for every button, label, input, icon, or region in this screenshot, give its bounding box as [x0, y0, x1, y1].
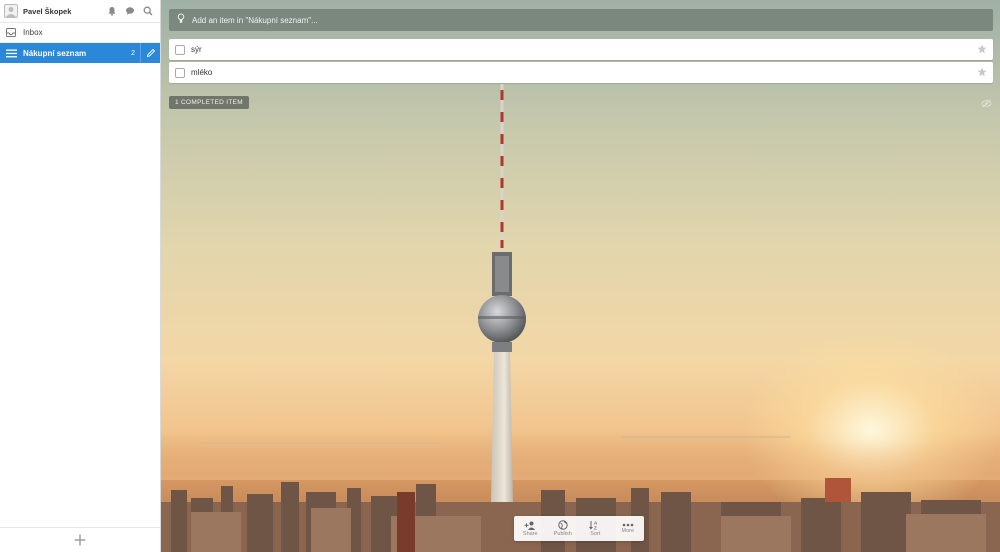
edit-list-button[interactable]	[140, 43, 160, 63]
task-checkbox[interactable]	[175, 67, 185, 78]
add-item-input[interactable]: Add an item in "Nákupní seznam"...	[169, 9, 993, 31]
sort-button[interactable]: AZ Sort	[579, 516, 612, 541]
list-toolbar: Share Publish AZ Sort More	[514, 516, 644, 541]
sidebar: Pavel Škopek Inbox Nákupní seznam 2	[0, 0, 161, 552]
sidebar-item-nakupni-seznam[interactable]: Nákupní seznam 2	[0, 43, 160, 63]
publish-button[interactable]: Publish	[547, 516, 580, 541]
sort-az-icon: AZ	[589, 521, 598, 531]
task-row[interactable]: sýr	[169, 39, 993, 60]
more-button[interactable]: More	[612, 516, 645, 541]
svg-text:Z: Z	[594, 526, 597, 531]
add-person-icon	[524, 521, 536, 530]
star-icon[interactable]	[977, 43, 987, 57]
search-icon[interactable]	[140, 3, 156, 19]
share-label: Share	[522, 530, 538, 537]
more-dots-icon	[622, 523, 634, 527]
user-name[interactable]: Pavel Škopek	[23, 7, 102, 16]
task-title[interactable]: mléko	[191, 68, 977, 77]
pencil-icon	[146, 48, 155, 58]
list-icon	[6, 49, 18, 58]
share-button[interactable]: Share	[514, 516, 547, 541]
sidebar-item-inbox[interactable]: Inbox	[0, 23, 160, 43]
publish-label: Publish	[553, 531, 572, 537]
bell-icon[interactable]	[104, 3, 120, 19]
star-icon[interactable]	[977, 66, 987, 80]
lightbulb-icon	[177, 13, 185, 27]
more-label: More	[621, 528, 635, 534]
list-count-badge: 2	[131, 49, 135, 57]
inbox-icon	[6, 28, 18, 37]
task-title[interactable]: sýr	[191, 45, 977, 54]
globe-icon	[558, 520, 568, 530]
avatar[interactable]	[4, 4, 18, 18]
task-checkbox[interactable]	[175, 44, 185, 55]
hide-completed-icon[interactable]	[981, 97, 992, 111]
sidebar-item-label: Inbox	[23, 28, 43, 37]
main-content: Add an item in "Nákupní seznam"... sýr m…	[161, 0, 1000, 552]
add-item-placeholder: Add an item in "Nákupní seznam"...	[192, 15, 318, 25]
sort-label: Sort	[590, 531, 601, 537]
user-bar: Pavel Škopek	[0, 0, 160, 23]
task-row[interactable]: mléko	[169, 62, 993, 83]
sidebar-item-label: Nákupní seznam	[23, 48, 87, 58]
show-completed-button[interactable]: 1 COMPLETED ITEM	[169, 96, 250, 109]
comment-icon[interactable]	[122, 3, 138, 19]
create-list-button[interactable]	[0, 527, 160, 552]
plus-icon	[74, 534, 86, 546]
